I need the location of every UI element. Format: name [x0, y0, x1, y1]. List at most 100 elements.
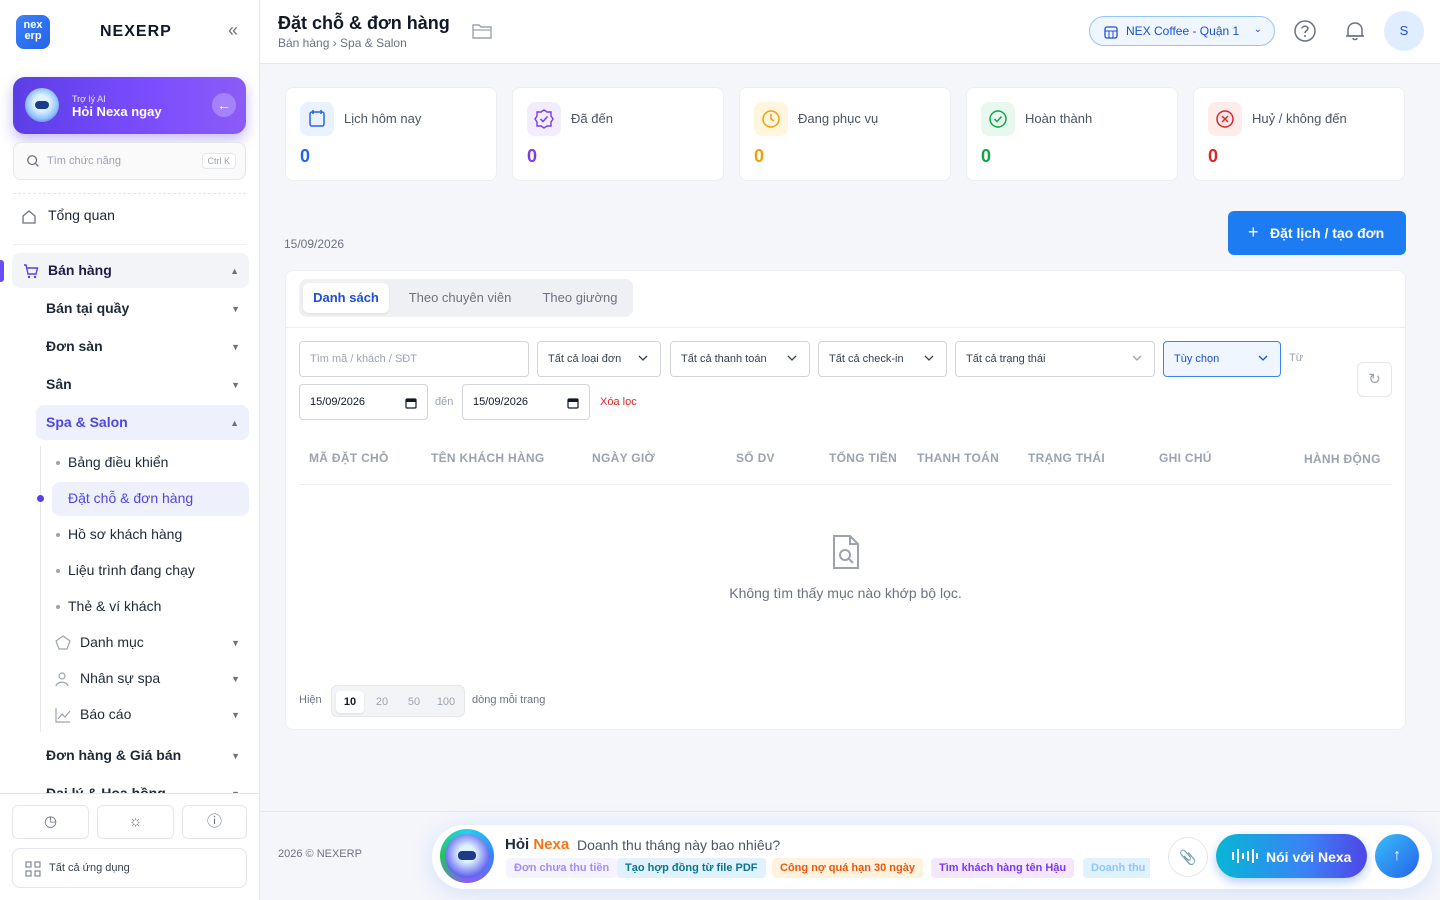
paperclip-icon: 📎 — [1179, 849, 1197, 865]
sidebar-item-report[interactable]: Báo cáo ▼ — [54, 706, 246, 726]
sidebar-item-cards-wallet[interactable]: Thẻ & ví khách — [52, 598, 242, 618]
status-select[interactable]: Tất cả trạng thái — [955, 341, 1155, 377]
sidebar-item-spa-dashboard[interactable]: Bảng điều khiển — [52, 454, 242, 474]
column-header[interactable]: HÀNH ĐỘNG — [1304, 452, 1381, 466]
plus-icon: + — [1248, 222, 1259, 242]
ai-card-title: Hỏi Nexa ngay — [72, 104, 162, 119]
user-avatar[interactable]: S — [1384, 11, 1424, 51]
theme-button[interactable]: ☼ — [97, 805, 174, 839]
bell-icon[interactable] — [1340, 16, 1370, 46]
folder-icon[interactable] — [471, 21, 493, 41]
chevron-down-icon: ▼ — [231, 751, 240, 761]
chevron-down-icon: ▼ — [231, 304, 240, 314]
chat-title: Hỏi Nexa — [505, 836, 570, 853]
page-size-option[interactable]: 20 — [368, 691, 396, 713]
sidebar-item-catalog[interactable]: Danh mục ▼ — [54, 634, 246, 654]
calendar-icon — [405, 398, 417, 409]
sidebar-item-customer-profiles[interactable]: Hồ sơ khách hàng — [52, 526, 242, 546]
robot-avatar-icon — [25, 88, 59, 122]
chat-input[interactable]: Doanh thu tháng này bao nhiêu? — [577, 837, 780, 853]
chart-line-icon — [55, 708, 71, 723]
sidebar-item-spa-staff[interactable]: Nhân sự spa ▼ — [54, 670, 246, 690]
attach-button[interactable]: 📎 — [1168, 837, 1208, 877]
suggestion-chip[interactable]: Doanh thu — [1083, 858, 1150, 878]
stat-value: 0 — [754, 146, 765, 166]
tab-list[interactable]: Danh sách — [303, 283, 389, 313]
search-icon — [27, 155, 39, 167]
sidebar-item-marketplace[interactable]: Đơn sàn ▼ — [46, 338, 246, 358]
page-size-option[interactable]: 10 — [336, 691, 364, 713]
breadcrumb[interactable]: Bán hàng › Spa & Salon — [278, 36, 407, 50]
store-icon — [1104, 26, 1118, 39]
all-apps-button[interactable]: Tất cả ứng dụng — [12, 848, 247, 888]
checkin-select[interactable]: Tất cả check-in — [818, 341, 947, 377]
clear-filter-link[interactable]: Xóa lọc — [600, 396, 637, 408]
stat-label: Đã đến — [571, 111, 613, 126]
suggestion-chip[interactable]: Công nợ quá hạn 30 ngày — [772, 858, 923, 878]
chevron-down-icon — [1258, 355, 1268, 361]
options-select[interactable]: Tùy chọn — [1163, 341, 1281, 377]
tab-by-bed[interactable]: Theo giường — [531, 283, 629, 313]
chevron-down-icon — [1132, 355, 1142, 361]
date-to-input[interactable]: 15/09/2026 — [462, 384, 590, 420]
page-size-option[interactable]: 50 — [400, 691, 428, 713]
ask-nexa-card[interactable]: Trợ lý AI Hỏi Nexa ngay ← — [13, 77, 246, 134]
sidebar-item-agents[interactable]: Đại lý & Hoa hồng ▼ — [46, 785, 246, 793]
sidebar-item-active-treatments[interactable]: Liệu trình đang chạy — [52, 562, 242, 582]
search-placeholder: Tìm chức năng — [47, 155, 122, 167]
arrow-left-icon[interactable]: ← — [212, 93, 236, 117]
user-icon — [55, 672, 69, 687]
chevron-down-icon: ⌄ — [1253, 24, 1262, 35]
nexa-chat-bar: Hỏi Nexa Doanh thu tháng này bao nhiêu? … — [432, 825, 1432, 889]
calendar-icon — [300, 102, 334, 136]
sun-icon: ☼ — [128, 813, 143, 830]
search-input[interactable]: Tìm mã / khách / SĐT — [299, 341, 529, 377]
suggestion-chip[interactable]: Tạo hợp đồng từ file PDF — [617, 858, 766, 878]
sidebar-item-orders-prices[interactable]: Đơn hàng & Giá bán ▼ — [46, 747, 246, 767]
logo[interactable]: nex erp — [16, 15, 50, 49]
date-from-input[interactable]: 15/09/2026 — [299, 384, 428, 420]
sidebar-item-sales[interactable]: Bán hàng ▲ — [12, 253, 249, 288]
sidebar-item-overview[interactable]: Tổng quan — [20, 207, 246, 227]
column-header[interactable]: NGÀY GIỜ — [592, 451, 655, 465]
store-selector[interactable]: NEX Coffee - Quận 1 ⌄ — [1089, 16, 1275, 46]
help-icon[interactable] — [1290, 16, 1320, 46]
feature-search[interactable]: Tìm chức năng Ctrl K — [13, 142, 246, 180]
suggestion-chip[interactable]: Tìm khách hàng tên Hậu — [931, 858, 1075, 878]
column-header[interactable]: TRẠNG THÁI — [1028, 451, 1105, 465]
refresh-button[interactable]: ↻ — [1357, 362, 1392, 397]
sidebar-item-pos[interactable]: Bán tại quầy ▼ — [46, 300, 246, 320]
chevron-up-icon: ▲ — [230, 418, 239, 428]
column-header[interactable]: THANH TOÁN — [917, 451, 999, 465]
alert-button[interactable]: ⓘ — [182, 805, 247, 839]
divider — [299, 484, 1392, 485]
copyright: 2026 © NEXERP — [278, 848, 362, 860]
sidebar-item-bookings[interactable]: Đặt chỗ & đơn hàng — [52, 482, 249, 516]
sidebar-item-spa[interactable]: Spa & Salon ▲ — [36, 405, 249, 440]
stat-card-serving: Đang phục vụ 0 — [739, 87, 951, 181]
divider — [13, 244, 246, 245]
payment-select[interactable]: Tất cả thanh toán — [670, 341, 810, 377]
double-chevron-left-icon[interactable]: « — [228, 20, 238, 41]
sidebar-item-court[interactable]: Sân ▼ — [46, 376, 246, 396]
stat-value: 0 — [527, 146, 538, 166]
column-header[interactable]: SỐ DV — [736, 451, 775, 465]
create-booking-button[interactable]: + Đặt lịch / tạo đơn — [1228, 211, 1406, 255]
chevron-down-icon: ▼ — [231, 380, 240, 390]
order-type-select[interactable]: Tất cả loại đơn — [537, 341, 661, 377]
chevron-down-icon — [638, 355, 648, 361]
robot-avatar-icon[interactable] — [440, 829, 494, 883]
suggestion-chip[interactable]: Đơn chưa thu tiền — [506, 858, 618, 878]
page-size-option[interactable]: 100 — [430, 691, 462, 713]
chevron-down-icon — [787, 355, 797, 361]
column-header[interactable]: TỔNG TIỀN — [829, 451, 897, 465]
column-header[interactable]: GHI CHÚ — [1159, 451, 1212, 465]
send-button[interactable]: ↑ — [1375, 834, 1419, 878]
talk-to-nexa-button[interactable]: Nói với Nexa — [1216, 834, 1367, 878]
column-header[interactable]: TÊN KHÁCH HÀNG — [431, 451, 545, 465]
cart-icon — [24, 264, 39, 279]
tab-by-specialist[interactable]: Theo chuyên viên — [395, 283, 525, 313]
clock-icon — [754, 102, 788, 136]
history-button[interactable]: ◷ — [12, 805, 89, 839]
column-header[interactable]: MÃ ĐẶT CHỖ — [309, 451, 389, 465]
